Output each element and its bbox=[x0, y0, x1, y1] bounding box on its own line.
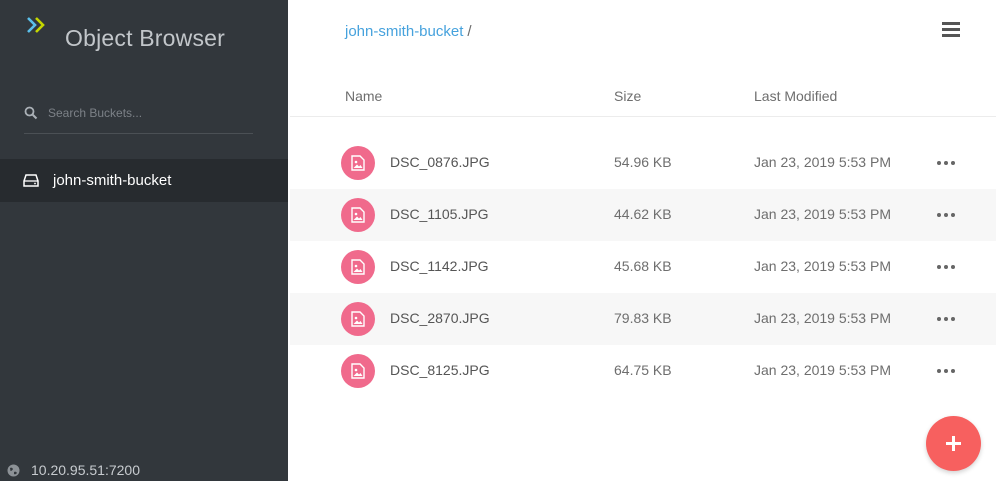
image-file-icon bbox=[341, 146, 375, 180]
file-name[interactable]: DSC_0876.JPG bbox=[390, 154, 490, 170]
table-row[interactable]: DSC_0876.JPG 54.96 KB Jan 23, 2019 5:53 … bbox=[290, 137, 996, 189]
breadcrumb-bucket-link[interactable]: john-smith-bucket bbox=[345, 23, 463, 40]
table-row[interactable]: DSC_2870.JPG 79.83 KB Jan 23, 2019 5:53 … bbox=[290, 293, 996, 345]
column-header-name[interactable]: Name bbox=[345, 88, 382, 104]
menu-icon[interactable] bbox=[942, 22, 960, 38]
more-options-icon[interactable] bbox=[934, 155, 958, 169]
bucket-label: john-smith-bucket bbox=[53, 172, 172, 189]
file-size: 79.83 KB bbox=[614, 310, 672, 326]
table-row[interactable]: DSC_8125.JPG 64.75 KB Jan 23, 2019 5:53 … bbox=[290, 345, 996, 397]
more-options-icon[interactable] bbox=[934, 363, 958, 377]
minio-logo-icon bbox=[27, 17, 45, 33]
sidebar-item-john-smith-bucket[interactable]: john-smith-bucket bbox=[0, 159, 288, 202]
file-size: 44.62 KB bbox=[614, 206, 672, 222]
image-file-icon bbox=[341, 250, 375, 284]
image-file-icon bbox=[341, 302, 375, 336]
image-file-icon bbox=[341, 198, 375, 232]
breadcrumb: john-smith-bucket / bbox=[345, 23, 472, 40]
file-size: 54.96 KB bbox=[614, 154, 672, 170]
header-divider bbox=[290, 116, 996, 117]
file-modified: Jan 23, 2019 5:53 PM bbox=[754, 362, 891, 378]
file-size: 64.75 KB bbox=[614, 362, 672, 378]
file-size: 45.68 KB bbox=[614, 258, 672, 274]
search-input[interactable] bbox=[48, 102, 248, 124]
drive-icon bbox=[23, 174, 39, 187]
more-options-icon[interactable] bbox=[934, 311, 958, 325]
more-options-icon[interactable] bbox=[934, 259, 958, 273]
breadcrumb-separator: / bbox=[467, 23, 472, 40]
file-modified: Jan 23, 2019 5:53 PM bbox=[754, 258, 891, 274]
column-header-last-modified[interactable]: Last Modified bbox=[754, 88, 837, 104]
file-modified: Jan 23, 2019 5:53 PM bbox=[754, 206, 891, 222]
file-list: DSC_0876.JPG 54.96 KB Jan 23, 2019 5:53 … bbox=[290, 137, 996, 397]
sidebar: Object Browser john-smith-bucket 10.20.9… bbox=[0, 0, 288, 481]
host-address: 10.20.95.51:7200 bbox=[31, 462, 140, 478]
app-title: Object Browser bbox=[65, 25, 226, 51]
file-name[interactable]: DSC_1142.JPG bbox=[390, 258, 489, 274]
more-options-icon[interactable] bbox=[934, 207, 958, 221]
globe-icon bbox=[7, 464, 20, 477]
column-header-size[interactable]: Size bbox=[614, 88, 641, 104]
search-box bbox=[24, 100, 253, 134]
search-icon bbox=[24, 106, 38, 120]
file-modified: Jan 23, 2019 5:53 PM bbox=[754, 310, 891, 326]
file-name[interactable]: DSC_2870.JPG bbox=[390, 310, 490, 326]
file-modified: Jan 23, 2019 5:53 PM bbox=[754, 154, 891, 170]
file-name[interactable]: DSC_8125.JPG bbox=[390, 362, 490, 378]
image-file-icon bbox=[341, 354, 375, 388]
file-name[interactable]: DSC_1105.JPG bbox=[390, 206, 489, 222]
table-row[interactable]: DSC_1105.JPG 44.62 KB Jan 23, 2019 5:53 … bbox=[290, 189, 996, 241]
add-button[interactable] bbox=[926, 416, 981, 471]
table-row[interactable]: DSC_1142.JPG 45.68 KB Jan 23, 2019 5:53 … bbox=[290, 241, 996, 293]
